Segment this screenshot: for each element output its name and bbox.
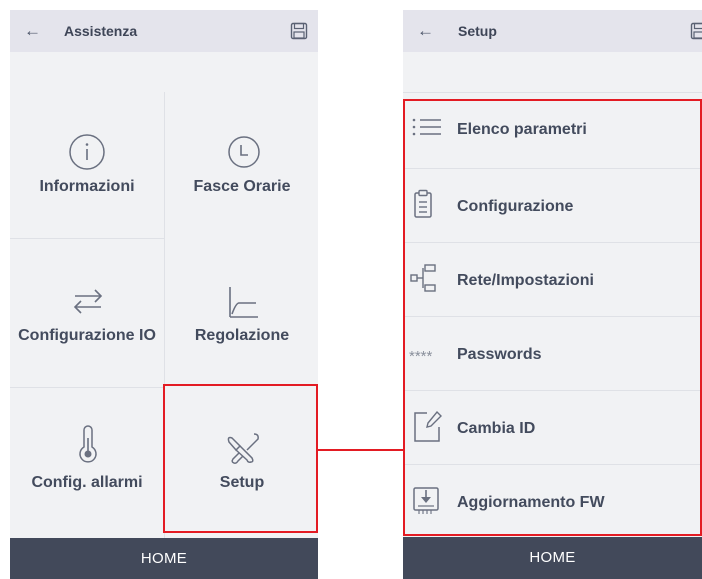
- tile-informazioni[interactable]: Informazioni: [10, 92, 164, 240]
- highlight-connector: [318, 449, 403, 451]
- tile-label: Regolazione: [194, 327, 290, 344]
- thermometer-icon: [79, 425, 97, 463]
- page-title: Setup: [458, 23, 497, 39]
- tile-fasce-orarie[interactable]: Fasce Orarie: [165, 92, 318, 240]
- page-title: Assistenza: [64, 23, 138, 39]
- tile-label: Fasce Orarie: [193, 178, 291, 195]
- back-arrow-icon[interactable]: ←: [417, 21, 434, 41]
- setup-tile-highlight: [163, 384, 318, 533]
- list-divider: [403, 92, 702, 93]
- back-arrow-icon[interactable]: ←: [24, 21, 41, 41]
- header-bar: ← Setup: [403, 10, 702, 52]
- home-button[interactable]: HOME: [403, 537, 702, 579]
- tile-regolazione[interactable]: Regolazione: [165, 239, 318, 387]
- tile-label: Config. allarmi: [31, 474, 143, 491]
- info-icon: [69, 134, 105, 170]
- swap-arrows-icon: [73, 289, 103, 314]
- home-button[interactable]: HOME: [10, 538, 318, 579]
- tile-configurazione-io[interactable]: Configurazione IO: [10, 239, 164, 387]
- save-icon[interactable]: [690, 22, 702, 40]
- curve-chart-icon: [229, 287, 258, 318]
- tile-config-allarmi[interactable]: Config. allarmi: [10, 388, 164, 536]
- tile-label: Configurazione IO: [18, 327, 156, 344]
- header-bar: ← Assistenza: [10, 10, 318, 52]
- setup-list-highlight: [403, 99, 702, 536]
- tile-label: Informazioni: [39, 178, 135, 195]
- save-icon[interactable]: [290, 22, 308, 40]
- clock-icon: [228, 136, 260, 168]
